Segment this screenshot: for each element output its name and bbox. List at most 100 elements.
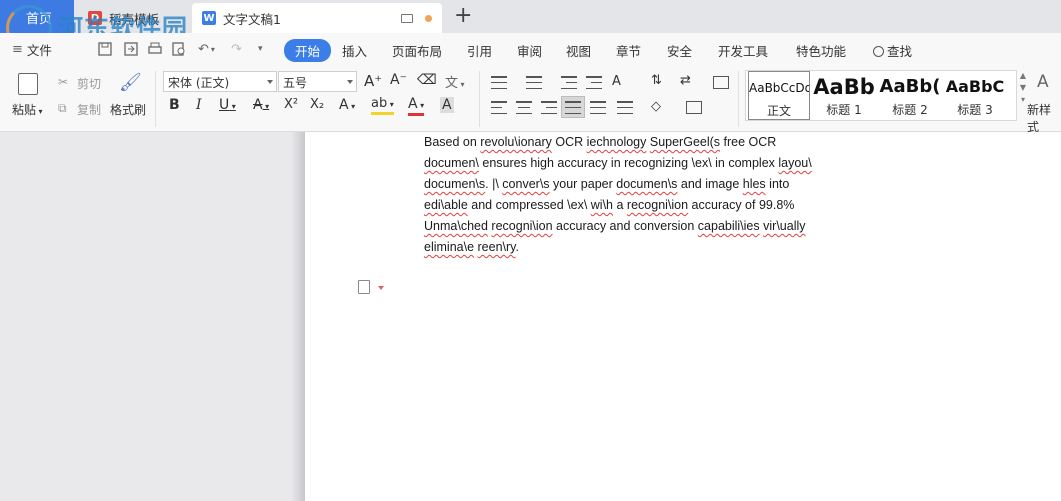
- style-sample: AaBb(: [879, 76, 941, 97]
- chevron-down-icon[interactable]: [378, 286, 384, 290]
- undo-icon[interactable]: ↶ ▾: [198, 41, 215, 57]
- styles-scroll[interactable]: ▲ ▼ ▾: [1019, 70, 1027, 120]
- paste-icon[interactable]: [18, 73, 38, 95]
- text-run: . |\: [485, 177, 503, 191]
- customize-quick-access-icon[interactable]: ▾: [258, 41, 263, 57]
- file-menu[interactable]: ≡ 文件: [12, 41, 52, 58]
- menu-insert[interactable]: 插入: [342, 41, 367, 60]
- menu-developer-tools[interactable]: 开发工具: [718, 41, 768, 60]
- distribute-icon[interactable]: [590, 101, 606, 114]
- sort-icon[interactable]: ⇅: [651, 73, 662, 88]
- font-size-select[interactable]: 五号: [278, 71, 357, 92]
- divider: [479, 71, 480, 127]
- grow-font-button[interactable]: A⁺: [364, 72, 382, 90]
- copy-button[interactable]: 复制: [77, 101, 101, 118]
- style-name: 标题 3: [957, 103, 993, 117]
- text-direction-icon[interactable]: A: [612, 74, 621, 89]
- show-marks-icon[interactable]: ⇄: [680, 73, 691, 88]
- hamburger-icon: ≡: [12, 41, 23, 57]
- font-name-select[interactable]: 宋体 (正文): [163, 71, 277, 92]
- font-color-button[interactable]: A ▾: [408, 97, 425, 116]
- misspelled-word: elimina\e: [424, 240, 475, 254]
- chevron-down-icon: [267, 80, 273, 84]
- paste-button[interactable]: 粘贴 ▾: [12, 101, 43, 118]
- menu-references[interactable]: 引用: [467, 41, 492, 60]
- misspelled-word: layou\: [778, 156, 812, 170]
- menu-review[interactable]: 审阅: [517, 41, 542, 60]
- writer-doc-icon: W: [202, 11, 216, 25]
- save-icon[interactable]: [98, 41, 112, 57]
- text-run: free OCR: [720, 135, 777, 149]
- italic-button[interactable]: I: [196, 97, 202, 113]
- print-icon[interactable]: [148, 41, 162, 57]
- menu-view[interactable]: 视图: [566, 41, 591, 60]
- bold-button[interactable]: B: [169, 97, 180, 113]
- menu-special-features[interactable]: 特色功能: [796, 41, 846, 60]
- tab-document[interactable]: W 文字文稿1: [192, 3, 442, 33]
- cut-button[interactable]: 剪切: [77, 75, 101, 92]
- increase-indent-icon[interactable]: [586, 76, 602, 89]
- subscript-button[interactable]: X₂: [310, 97, 324, 112]
- align-center-icon[interactable]: [516, 101, 532, 114]
- bullet-list-icon[interactable]: [491, 76, 507, 89]
- style-normal[interactable]: AaBbCcDd 正文: [748, 71, 810, 120]
- underline-button[interactable]: U ▾: [219, 97, 236, 113]
- menu-page-layout[interactable]: 页面布局: [392, 41, 442, 60]
- format-painter-button[interactable]: 格式刷: [110, 101, 146, 118]
- misspelled-word: documen\s: [616, 177, 678, 191]
- misspelled-word: capabili\ies: [697, 219, 760, 233]
- menu-home[interactable]: 开始: [284, 39, 332, 62]
- shading-fill-icon[interactable]: ◇: [651, 99, 661, 114]
- table-icon[interactable]: [713, 76, 729, 89]
- new-tab-button[interactable]: +: [454, 3, 472, 29]
- character-shading-button[interactable]: A: [440, 97, 454, 113]
- format-painter-icon[interactable]: 🖌: [119, 72, 142, 93]
- decrease-indent-icon[interactable]: [561, 76, 577, 89]
- shrink-font-button[interactable]: A⁻: [390, 72, 407, 88]
- tab-template[interactable]: D 稻壳模板: [78, 3, 190, 33]
- highlight-button[interactable]: ab ▾: [371, 97, 394, 115]
- redo-icon[interactable]: ↷: [231, 41, 242, 57]
- superscript-button[interactable]: X²: [284, 97, 298, 112]
- paragraph-layout-icon[interactable]: [358, 280, 370, 294]
- style-name: 标题 2: [892, 103, 928, 117]
- font-name-value: 宋体 (正文): [168, 76, 230, 90]
- highlight-label: ab: [371, 96, 388, 111]
- new-style-button[interactable]: 新样式: [1027, 101, 1061, 135]
- style-heading-1[interactable]: AaBb 标题 1: [812, 71, 876, 120]
- copy-icon[interactable]: ⧉: [58, 101, 67, 116]
- text-effect-label: A: [339, 97, 349, 113]
- search-command[interactable]: 查找: [873, 41, 912, 60]
- underline-label: U: [219, 97, 230, 113]
- export-icon[interactable]: [124, 41, 138, 57]
- menu-security[interactable]: 安全: [667, 41, 692, 60]
- text-run: and compressed \ex\: [467, 198, 591, 212]
- style-heading-3[interactable]: AaBbC 标题 3: [943, 71, 1007, 120]
- numbered-list-icon[interactable]: [526, 76, 542, 89]
- justify-icon: [565, 101, 581, 114]
- misspelled-word: iechnology: [586, 135, 647, 149]
- text-run: accuracy and conversion: [552, 219, 698, 233]
- misspelled-word: conver\s: [502, 177, 550, 191]
- monitor-icon[interactable]: [401, 13, 413, 23]
- page-shadow: [291, 132, 305, 501]
- print-preview-icon[interactable]: [172, 41, 186, 57]
- tab-home[interactable]: 首页: [0, 0, 74, 33]
- document-body-text[interactable]: Based on revolu\ionary OCR iechnology Su…: [424, 132, 834, 258]
- text-effect-button[interactable]: A ▾: [339, 97, 355, 113]
- chevron-down-icon: [347, 80, 353, 84]
- new-style-icon[interactable]: A: [1037, 72, 1049, 92]
- tab-template-label: 稻壳模板: [109, 11, 160, 27]
- cut-icon[interactable]: ✂: [58, 75, 68, 89]
- strikethrough-button[interactable]: A ▾: [253, 97, 269, 113]
- line-spacing-icon[interactable]: [617, 101, 633, 114]
- clear-format-eraser-icon[interactable]: ⌫: [417, 72, 437, 88]
- borders-icon[interactable]: [686, 101, 702, 114]
- style-sample: AaBbCcDd: [749, 81, 810, 95]
- align-left-icon[interactable]: [491, 101, 507, 114]
- style-heading-2[interactable]: AaBb( 标题 2: [878, 71, 942, 120]
- menu-chapter[interactable]: 章节: [616, 41, 641, 60]
- text-run: Based on: [424, 135, 481, 149]
- align-right-icon[interactable]: [541, 101, 557, 114]
- phonetic-guide-button[interactable]: 文 ▾: [445, 72, 465, 91]
